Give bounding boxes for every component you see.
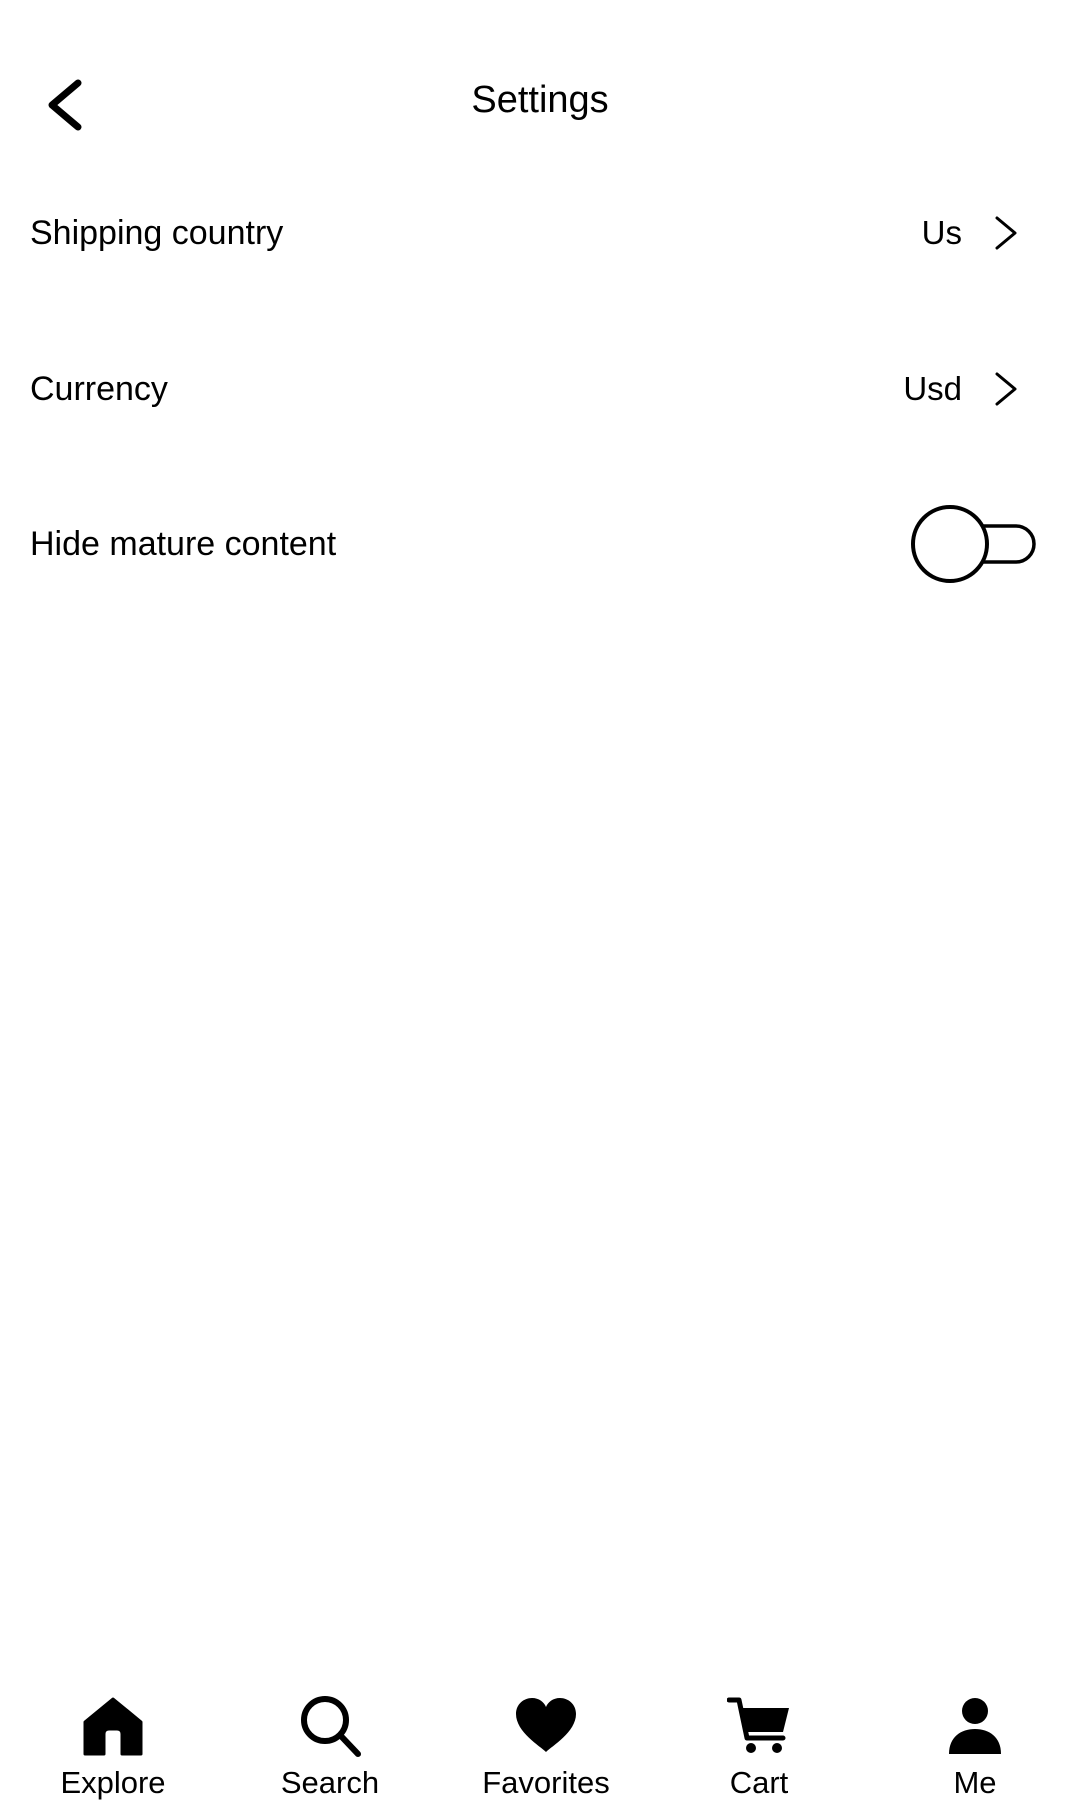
chevron-right-icon xyxy=(995,216,1017,250)
cart-icon xyxy=(727,1697,789,1753)
tab-search-label: Search xyxy=(280,1765,380,1800)
heart-icon xyxy=(516,1698,576,1752)
shipping-country-label: Shipping country xyxy=(30,214,284,252)
chevron-right-icon xyxy=(995,372,1017,406)
hide-mature-content-label: Hide mature content xyxy=(30,525,337,563)
tab-me[interactable]: Me xyxy=(875,1680,1075,1800)
shipping-country-value: Us xyxy=(921,214,962,251)
tab-explore-label: Explore xyxy=(60,1765,166,1800)
page-title: Settings xyxy=(471,79,609,121)
tab-cart-label: Cart xyxy=(729,1765,789,1800)
bottom-tab-bar: Explore Search Favorites Cart Me xyxy=(0,1680,1080,1800)
hide-mature-content-row: Hide mature content xyxy=(0,489,1080,599)
currency-label: Currency xyxy=(30,370,168,408)
header: Settings xyxy=(0,0,1080,200)
search-icon xyxy=(301,1696,361,1757)
tab-search[interactable]: Search xyxy=(230,1680,430,1800)
home-icon xyxy=(83,1697,143,1756)
tab-favorites[interactable]: Favorites xyxy=(446,1680,646,1800)
tab-explore[interactable]: Explore xyxy=(13,1680,213,1800)
hide-mature-content-toggle[interactable] xyxy=(908,502,1048,586)
tab-cart[interactable]: Cart xyxy=(659,1680,859,1800)
currency-row[interactable]: Currency Usd xyxy=(0,334,1080,444)
currency-value: Usd xyxy=(903,370,962,407)
tab-me-label: Me xyxy=(953,1765,997,1800)
person-icon xyxy=(949,1698,1001,1754)
tab-favorites-label: Favorites xyxy=(482,1765,610,1800)
shipping-country-row[interactable]: Shipping country Us xyxy=(0,178,1080,288)
